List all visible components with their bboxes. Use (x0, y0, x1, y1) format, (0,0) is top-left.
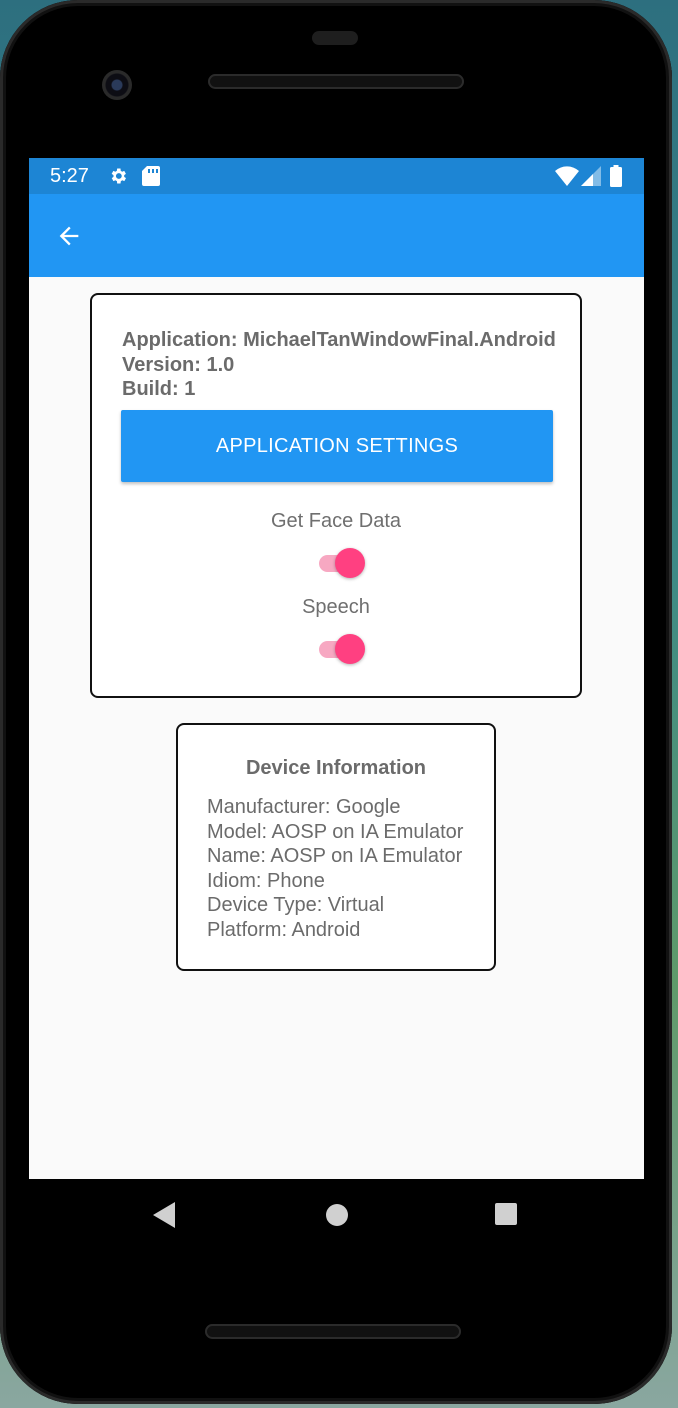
screen: 5:27 Application: MichaelTanWindowFinal.… (29, 158, 644, 1179)
version-text: Version: 1.0 (122, 353, 235, 376)
application-info: Application: MichaelTanWindowFinal.Andro… (122, 328, 556, 402)
application-name: Application: MichaelTanWindowFinal.Andro… (122, 329, 556, 351)
device-information-title: Device Information (245, 757, 427, 779)
phone-frame: 5:27 Application: MichaelTanWindowFinal.… (0, 0, 672, 1404)
home-circle-icon (326, 1204, 348, 1226)
build-text: Build: 1 (122, 378, 196, 400)
app-bar (29, 194, 644, 277)
idiom-text: Idiom: Phone (207, 869, 325, 892)
manufacturer-text: Manufacturer: Google (207, 796, 401, 818)
speech-label: Speech (302, 596, 370, 618)
status-bar: 5:27 (29, 158, 644, 194)
sd-card-icon (142, 166, 160, 191)
navigation-bar (29, 1179, 644, 1251)
bottom-speaker-grille (205, 1324, 461, 1339)
top-speaker (312, 31, 358, 45)
get-face-data-switch[interactable] (317, 548, 365, 578)
wifi-icon (555, 166, 579, 191)
recents-square-icon (495, 1203, 517, 1225)
battery-icon (610, 165, 622, 192)
nav-home-button[interactable] (325, 1203, 349, 1232)
speech-switch[interactable] (317, 634, 365, 664)
model-text: Model: AOSP on IA Emulator (207, 820, 464, 843)
name-text: Name: AOSP on IA Emulator (207, 845, 463, 867)
arrow-back-icon (59, 226, 79, 246)
front-camera-icon (102, 70, 132, 100)
signal-icon (581, 166, 601, 191)
status-time: 5:27 (50, 165, 89, 187)
earpiece-grille (208, 74, 464, 89)
application-card: Application: MichaelTanWindowFinal.Andro… (90, 293, 582, 698)
platform-text: Platform: Android (207, 918, 361, 941)
device-type-text: Device Type: Virtual (207, 894, 385, 916)
switch-thumb (335, 548, 365, 578)
nav-back-button[interactable] (153, 1201, 177, 1234)
settings-icon (108, 166, 128, 191)
switch-thumb (335, 634, 365, 664)
application-settings-button[interactable]: APPLICATION SETTINGS (121, 410, 553, 482)
nav-recents-button[interactable] (495, 1203, 517, 1230)
back-triangle-icon (153, 1202, 175, 1228)
device-information-list: Manufacturer: Google Model: AOSP on IA E… (207, 795, 463, 942)
device-information-card: Device Information Manufacturer: Google … (176, 723, 496, 971)
back-button[interactable] (49, 218, 89, 254)
get-face-data-label: Get Face Data (270, 510, 402, 532)
